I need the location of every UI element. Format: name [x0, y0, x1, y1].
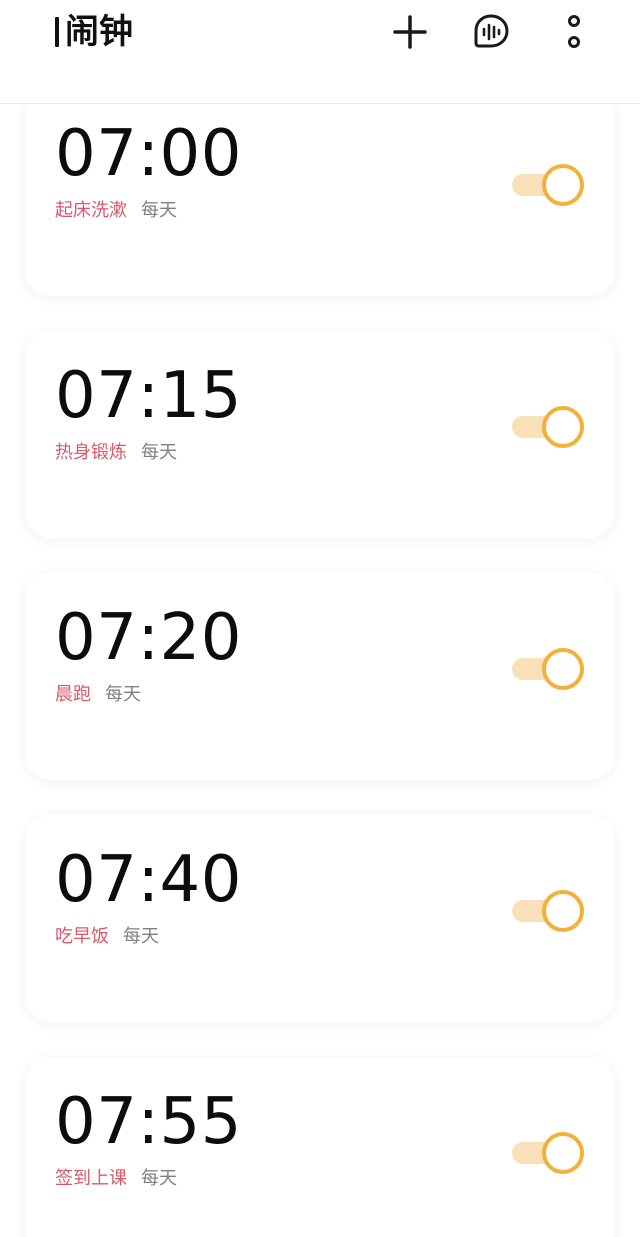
page-title: 闹钟: [55, 10, 133, 54]
alarm-repeat: 每天: [141, 1168, 177, 1189]
alarm-label: 起床洗漱: [55, 200, 127, 221]
alarm-label: 热身锻炼: [55, 442, 127, 463]
alarm-meta: 热身锻炼 每天: [55, 439, 177, 467]
alarm-toggle[interactable]: [512, 162, 584, 206]
alarm-card[interactable]: 07:20 晨跑 每天: [25, 573, 615, 780]
app-header: 闹钟: [0, 0, 640, 104]
alarm-repeat: 每天: [141, 442, 177, 463]
page-title-text: 闹钟: [65, 12, 133, 52]
alarm-repeat: 每天: [123, 926, 159, 947]
alarm-time: 07:00: [55, 117, 242, 191]
more-vertical-icon: [568, 15, 580, 48]
toggle-knob: [542, 1132, 584, 1174]
toggle-knob: [542, 406, 584, 448]
toggle-knob: [542, 648, 584, 690]
alarm-card[interactable]: 07:40 吃早饭 每天: [25, 815, 615, 1022]
alarm-label: 晨跑: [55, 684, 91, 705]
alarm-meta: 签到上课 每天: [55, 1165, 177, 1193]
alarm-card[interactable]: 07:55 签到上课 每天: [25, 1057, 615, 1237]
alarm-meta: 吃早饭 每天: [55, 923, 159, 951]
alarm-time: 07:20: [55, 601, 242, 675]
alarm-toggle[interactable]: [512, 1130, 584, 1174]
plus-icon: [393, 15, 427, 49]
alarm-toggle[interactable]: [512, 646, 584, 690]
alarm-list[interactable]: 07:00 起床洗漱 每天 07:15 热身锻炼 每天 07:20 晨跑 每天 07:…: [0, 104, 640, 1237]
alarm-toggle[interactable]: [512, 888, 584, 932]
alarm-card[interactable]: 07:00 起床洗漱 每天: [25, 104, 615, 296]
alarm-time: 07:15: [55, 359, 242, 433]
toggle-knob: [542, 164, 584, 206]
more-options-button[interactable]: [552, 10, 596, 54]
toggle-knob: [542, 890, 584, 932]
alarm-toggle[interactable]: [512, 404, 584, 448]
alarm-repeat: 每天: [105, 684, 141, 705]
alarm-card[interactable]: 07:15 热身锻炼 每天: [25, 331, 615, 538]
alarm-label: 签到上课: [55, 1168, 127, 1189]
voice-bubble-icon: [474, 14, 509, 48]
alarm-time: 07:55: [55, 1085, 242, 1159]
alarm-time: 07:40: [55, 843, 242, 917]
add-alarm-button[interactable]: [388, 10, 432, 54]
voice-feedback-button[interactable]: [469, 10, 513, 54]
alarm-label: 吃早饭: [55, 926, 109, 947]
alarm-repeat: 每天: [141, 200, 177, 221]
alarm-meta: 起床洗漱 每天: [55, 197, 177, 225]
title-accent-bar: [55, 17, 59, 47]
alarm-meta: 晨跑 每天: [55, 681, 141, 709]
